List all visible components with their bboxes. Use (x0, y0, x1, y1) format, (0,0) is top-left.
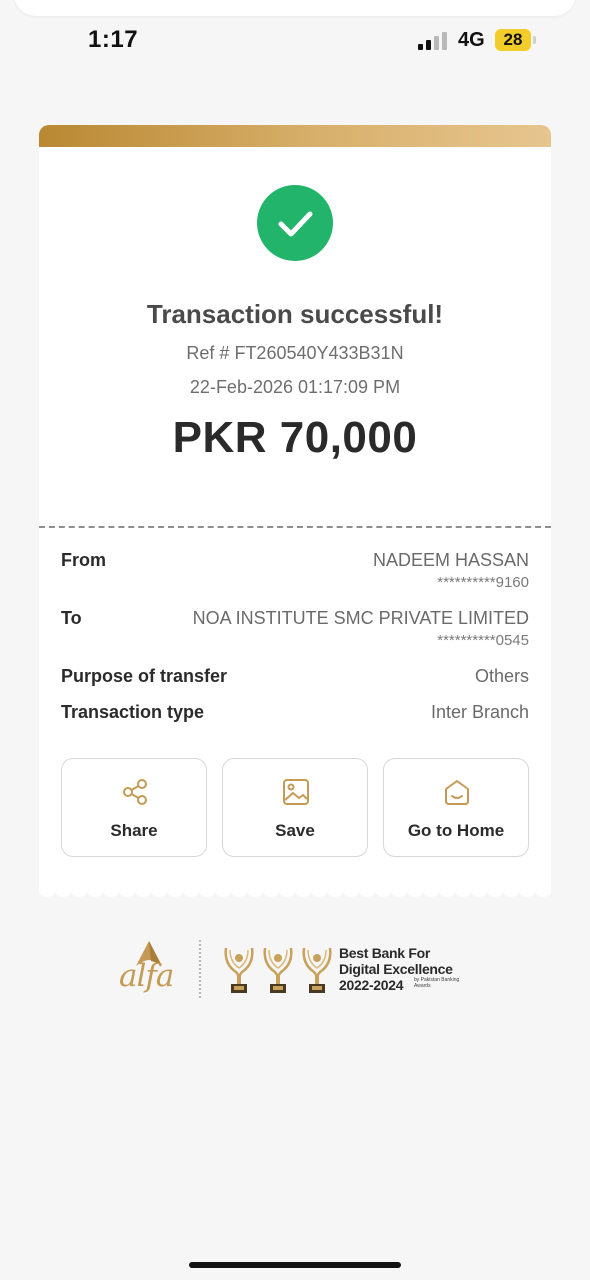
battery-icon: 28 (495, 29, 531, 51)
detail-value: Inter Branch (430, 702, 529, 722)
detail-label: To (61, 608, 82, 628)
masked-account-number: **********9160 (437, 574, 529, 591)
home-indicator[interactable] (189, 1262, 401, 1268)
footer-branding: alfa Best Bank For Digital Excellence 20… (115, 936, 475, 1002)
transaction-datetime: 22-Feb-2026 01:17:09 PM (189, 377, 401, 397)
detail-label: Purpose of transfer (61, 666, 228, 686)
share-icon (123, 779, 147, 805)
status-bar: 1:17 4G 28 (0, 22, 590, 62)
alfa-logo-text: alfa (119, 958, 174, 994)
masked-account-number: **********0545 (437, 632, 529, 649)
detail-value: NOA INSTITUTE SMC PRIVATE LIMITED (192, 608, 529, 628)
save-label: Save (275, 821, 315, 840)
battery-tip (533, 36, 536, 44)
go-to-home-button[interactable]: Go to Home (383, 758, 529, 857)
detail-label: Transaction type (61, 702, 205, 722)
trophy-icon (302, 947, 332, 993)
success-title: Transaction successful! (146, 299, 444, 329)
award-years: 2022-2024 (339, 977, 404, 993)
image-icon (283, 779, 309, 805)
network-type: 4G (458, 29, 485, 51)
reference-number: Ref # FT260540Y433B31N (186, 343, 404, 363)
home-icon (445, 780, 469, 805)
award-line-2: Digital Excellence (339, 961, 453, 977)
receipt-torn-edge (39, 885, 551, 897)
share-button[interactable]: Share (61, 758, 207, 857)
receipt-header-band (39, 125, 551, 149)
receipt-card: Transaction successful! Ref # FT260540Y4… (39, 147, 551, 889)
trophy-icon (224, 947, 254, 993)
award-by: by Pakistan Banking Awards (414, 977, 460, 989)
transaction-amount: PKR 70,000 (172, 413, 418, 462)
status-time: 1:17 (88, 26, 139, 53)
dashed-divider (39, 526, 551, 528)
success-check-icon (257, 185, 333, 261)
footer-separator (199, 940, 201, 998)
detail-value: Others (474, 666, 529, 686)
signal-strength-icon (418, 32, 450, 50)
share-label: Share (110, 821, 158, 840)
top-sheet-edge (14, 0, 576, 16)
save-button[interactable]: Save (222, 758, 368, 857)
trophy-icon (263, 947, 293, 993)
award-title: Best Bank For Digital Excellence (339, 945, 453, 977)
detail-label: From (61, 550, 106, 570)
detail-value: NADEEM HASSAN (372, 550, 529, 570)
go-to-home-label: Go to Home (407, 821, 505, 840)
award-line-1: Best Bank For (339, 945, 431, 961)
